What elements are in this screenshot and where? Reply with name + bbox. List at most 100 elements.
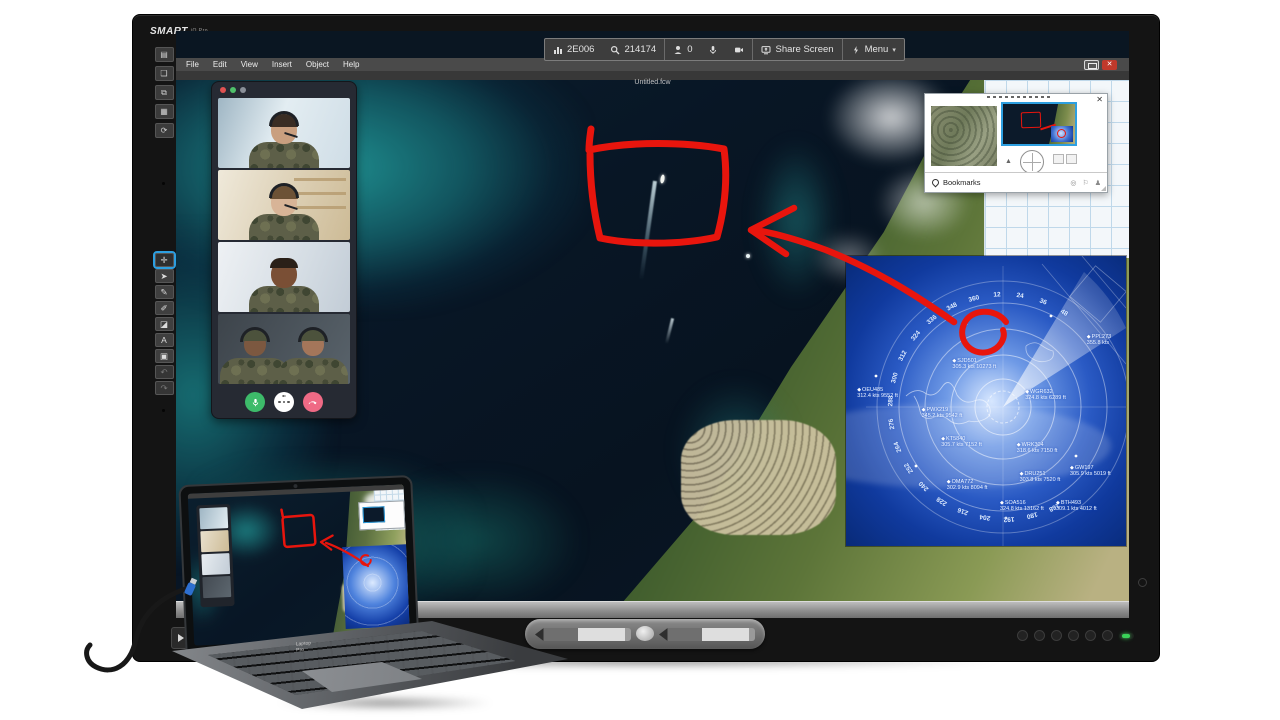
radar-bearing-label: 336 [926, 314, 939, 326]
boat-wake-small [665, 318, 674, 344]
close-window-button[interactable]: ✕ [1102, 60, 1117, 70]
panel-action-icons[interactable]: ◎⚐♟ [1070, 179, 1101, 187]
share-screen-button[interactable]: Share Screen [753, 39, 841, 60]
radar-bearing-label: 360 [968, 294, 980, 304]
menu-view[interactable]: View [241, 60, 258, 69]
room-id-label: 2E006 [567, 44, 594, 55]
small-vessel-dot [746, 254, 750, 258]
bookmarks-bar[interactable]: Bookmarks ◎⚐♟ [925, 172, 1107, 192]
radar-target: ◆WRK304318.6 kts 7150 ft [1017, 442, 1058, 454]
bezel-button [1102, 630, 1113, 641]
zoom-out-button[interactable] [1066, 154, 1077, 164]
headset-icon [269, 111, 299, 126]
room-id-button[interactable]: 2E006 [545, 39, 602, 60]
mic-icon [251, 398, 260, 407]
resize-handle[interactable] [1101, 186, 1106, 191]
radar-bearing-label: 252 [903, 461, 915, 474]
close-dot[interactable] [220, 87, 226, 93]
radar-bearing-label: 192 [1003, 515, 1014, 523]
radar-target: ◆WGR632324.8 kts 6289 ft [1025, 389, 1066, 401]
bezel-button [1085, 630, 1096, 641]
participant-count: 0 [687, 44, 692, 55]
participant-video-two-soldiers [218, 314, 350, 384]
radar-target: ◆OEU485312.4 kts 9552 ft [857, 387, 898, 399]
call-controls [212, 392, 356, 412]
menu-object[interactable]: Object [306, 60, 329, 69]
select-tool-icon: ➤ [155, 269, 174, 283]
mic-toggle-button[interactable] [245, 392, 265, 412]
text-tool-icon: A [155, 333, 174, 347]
map-navigation-panel[interactable]: ✕ ▲ Bookmarks ◎⚐♟ [924, 93, 1108, 193]
menu-help[interactable]: Help [343, 60, 359, 69]
camera-toggle-button[interactable] [282, 394, 286, 398]
bezel-button [1051, 630, 1062, 641]
radar-target: ◆GW197305.9 kts 5019 ft [1070, 465, 1111, 477]
menu-edit[interactable]: Edit [213, 60, 227, 69]
thumbnail-ink-rectangle [1021, 112, 1042, 129]
menu-file[interactable]: File [186, 60, 199, 69]
ink-rectangle-tail [589, 129, 591, 150]
radar-bearing-label: 240 [917, 480, 930, 493]
terrain-map-thumbnail[interactable] [931, 106, 997, 166]
image-tool-icon: ▣ [155, 349, 174, 363]
bezel-refresh-icon: ⟳ [155, 123, 174, 138]
menu-button[interactable]: Menu ▾ [843, 39, 904, 60]
laptop-base [170, 615, 570, 710]
participants-button[interactable]: 0 [665, 39, 700, 60]
radar-bearing-label: 48 [1059, 308, 1069, 318]
terrain-icon: ▲ [1005, 158, 1012, 165]
chevron-down-icon: ▾ [892, 46, 896, 54]
radar-bearing-label: 12 [993, 291, 1001, 298]
radar-bearing-label: 276 [888, 418, 897, 430]
minimize-dot[interactable] [230, 87, 236, 93]
radar-bearing-label: 324 [910, 330, 922, 343]
redo-icon: ↷ [155, 381, 174, 395]
settings-dot[interactable] [240, 87, 246, 93]
pan-tool-icon: ✛ [155, 253, 174, 267]
video-call-panel [211, 81, 357, 419]
bezel-button [1068, 630, 1079, 641]
laptop-brand-label: Laptop Pro [296, 640, 312, 653]
share-location-icon[interactable]: ⚐ [1082, 179, 1088, 187]
menu-label: Menu [865, 44, 889, 55]
drop-pin-icon[interactable]: ◎ [1070, 179, 1076, 187]
pen-tool-icon: ✎ [155, 285, 174, 299]
document-title-bar: Untitled.fcw [176, 71, 1129, 80]
bezel-button [1034, 630, 1045, 641]
stylus-pen-right [659, 628, 755, 641]
restore-window-button[interactable] [1084, 60, 1099, 70]
radar-target: ◆KT5840305.7 kts 7152 ft [941, 436, 982, 448]
share-screen-icon [761, 45, 771, 55]
lightning-icon [851, 45, 861, 55]
mic-button[interactable] [700, 39, 726, 60]
session-code-button[interactable]: 214174 [602, 39, 664, 60]
highlighter-tool-icon: ✐ [155, 301, 174, 315]
participant-video-soldier [218, 242, 350, 312]
camera-icon [282, 391, 286, 401]
radar-target: ◆DRU251303.8 kts 7520 ft [1020, 471, 1061, 483]
radar-bearing-label: 264 [893, 441, 903, 454]
compass-control[interactable] [1020, 150, 1044, 174]
bezel-screw [162, 182, 165, 185]
boat [660, 174, 666, 184]
magnifier-icon [610, 45, 620, 55]
camera-button[interactable] [726, 39, 752, 60]
radar-target: ◆PWX219345.2 kts 9542 ft [922, 407, 963, 419]
end-call-button[interactable] [303, 392, 323, 412]
phone-icon [308, 397, 318, 407]
coast-shallows [676, 380, 796, 520]
call-window-controls[interactable] [212, 82, 356, 96]
panel-close-icon[interactable]: ✕ [1096, 96, 1103, 104]
zoom-in-button[interactable] [1053, 154, 1064, 164]
active-view-thumbnail[interactable] [1001, 102, 1077, 146]
webcam-icon [293, 484, 297, 488]
headset-icon [298, 327, 328, 342]
menu-insert[interactable]: Insert [272, 60, 292, 69]
bezel-control-buttons [1017, 630, 1134, 641]
session-code-label: 214174 [624, 44, 656, 55]
eraser-tool-icon: ◪ [155, 317, 174, 331]
radar-bearing-label: 24 [1016, 292, 1024, 300]
pen-tray-button [636, 626, 654, 641]
radar-image-object[interactable]: 1681801922042162282402522642762883003123… [846, 256, 1126, 546]
power-led [1119, 633, 1134, 639]
